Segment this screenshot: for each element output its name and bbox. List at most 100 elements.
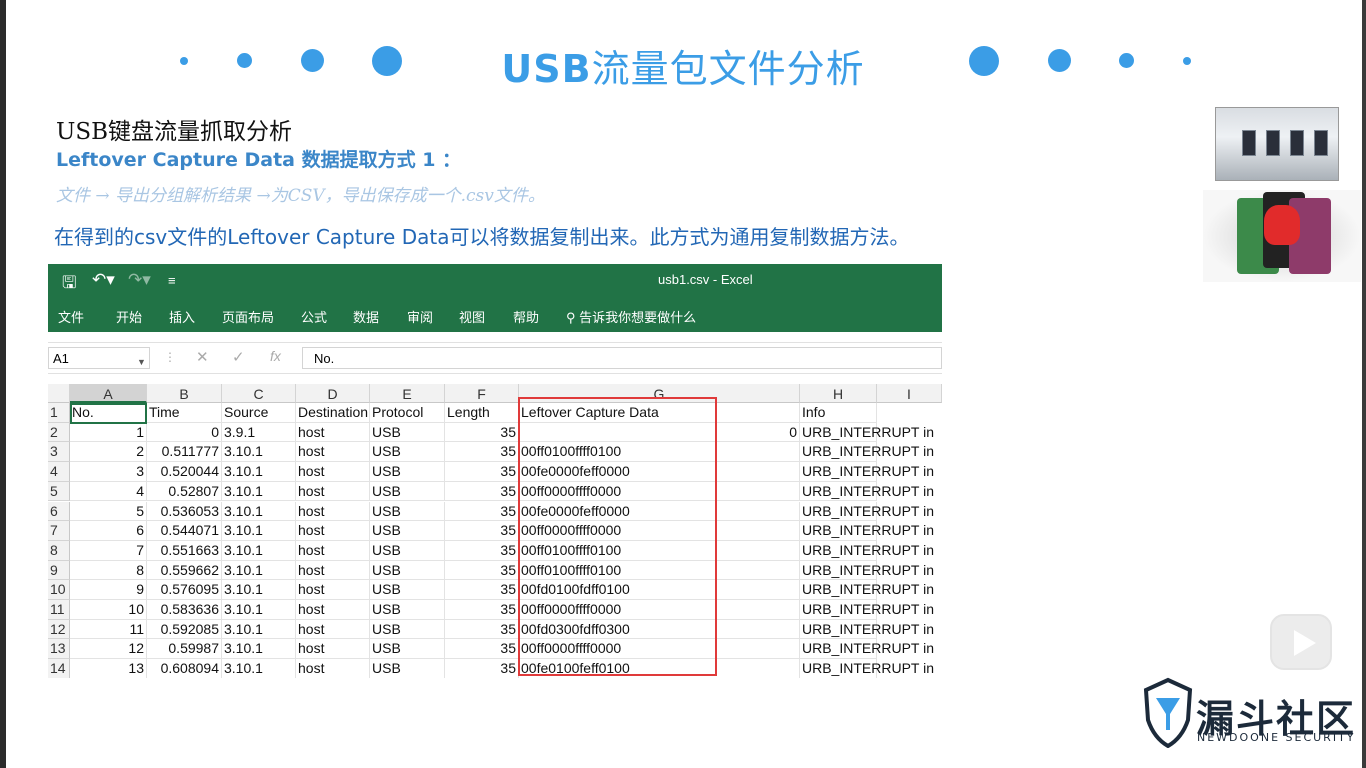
insert-function-icon[interactable]: fx	[270, 348, 281, 364]
cell[interactable]: 3.10.1	[222, 560, 296, 581]
cell[interactable]: 3.10.1	[222, 600, 296, 620]
cell[interactable]: host	[296, 521, 370, 541]
cell[interactable]: 11	[70, 619, 147, 640]
customize-icon[interactable]: ≡	[168, 273, 176, 288]
cell[interactable]: URB_INTERRUPT in	[800, 600, 934, 620]
cell[interactable]: 35	[445, 659, 519, 678]
cell[interactable]: URB_INTERRUPT in	[800, 501, 934, 522]
cell[interactable]: USB	[370, 462, 445, 482]
cell[interactable]: Destination	[296, 403, 370, 423]
cell[interactable]: 35	[445, 619, 519, 640]
column-header-a[interactable]: A	[70, 384, 147, 403]
column-header-b[interactable]: B	[147, 384, 222, 403]
cell[interactable]: 5	[70, 501, 147, 522]
cell[interactable]: 6	[70, 521, 147, 541]
cell[interactable]: 7	[70, 540, 147, 561]
cell[interactable]: USB	[370, 521, 445, 541]
cell[interactable]: 35	[445, 540, 519, 561]
cell[interactable]: host	[296, 481, 370, 502]
menu-help[interactable]: 帮助	[513, 307, 539, 326]
cell[interactable]: 3.10.1	[222, 619, 296, 640]
redo-icon[interactable]: ↷▾	[128, 270, 151, 290]
cell[interactable]: Info	[800, 403, 877, 423]
row-header-5[interactable]: 5	[48, 481, 70, 502]
cell[interactable]: Source	[222, 403, 296, 423]
cell[interactable]: 0	[147, 422, 222, 443]
cell[interactable]: URB_INTERRUPT in	[800, 580, 934, 600]
cell[interactable]: URB_INTERRUPT in	[800, 619, 934, 640]
cell[interactable]: 0.583636	[147, 600, 222, 620]
cell[interactable]: 3	[70, 462, 147, 482]
save-icon[interactable]: 🖫	[62, 270, 76, 299]
cell[interactable]: host	[296, 639, 370, 660]
select-all-corner[interactable]	[48, 384, 70, 403]
row-header-6[interactable]: 6	[48, 501, 70, 522]
cell[interactable]: 0.59987	[147, 639, 222, 660]
cell[interactable]: 9	[70, 580, 147, 600]
menu-home[interactable]: 开始	[116, 307, 142, 326]
cell[interactable]: 0.576095	[147, 580, 222, 600]
cell[interactable]: USB	[370, 481, 445, 502]
cell[interactable]: 35	[445, 580, 519, 600]
cell[interactable]: 3.10.1	[222, 501, 296, 522]
cell[interactable]: 35	[445, 422, 519, 443]
cell[interactable]: 3.9.1	[222, 422, 296, 443]
menu-view[interactable]: 视图	[459, 307, 485, 326]
chevron-down-icon[interactable]: ▼	[137, 351, 146, 373]
cell[interactable]: USB	[370, 619, 445, 640]
tell-me-search[interactable]: ⚲ 告诉我你想要做什么	[566, 307, 696, 326]
cell[interactable]: URB_INTERRUPT in	[800, 481, 934, 502]
column-header-i[interactable]: I	[877, 384, 942, 403]
cell[interactable]: host	[296, 659, 370, 678]
cell[interactable]: 1	[70, 422, 147, 443]
row-header-7[interactable]: 7	[48, 521, 70, 541]
cell[interactable]: 0.559662	[147, 560, 222, 581]
cell[interactable]: 0.511777	[147, 442, 222, 463]
cell[interactable]: host	[296, 442, 370, 463]
row-header-14[interactable]: 14	[48, 659, 70, 678]
cell[interactable]: 8	[70, 560, 147, 581]
cell[interactable]: 0.52807	[147, 481, 222, 502]
cell[interactable]: 35	[445, 521, 519, 541]
column-header-f[interactable]: F	[445, 384, 519, 403]
cell[interactable]: USB	[370, 580, 445, 600]
cell[interactable]: 0.592085	[147, 619, 222, 640]
row-header-13[interactable]: 13	[48, 639, 70, 660]
cell[interactable]: host	[296, 540, 370, 561]
column-header-e[interactable]: E	[370, 384, 445, 403]
cell[interactable]: host	[296, 462, 370, 482]
row-header-3[interactable]: 3	[48, 442, 70, 463]
cell[interactable]: 3.10.1	[222, 540, 296, 561]
cell[interactable]: 3.10.1	[222, 659, 296, 678]
cell[interactable]: URB_INTERRUPT in	[800, 442, 934, 463]
cell[interactable]: host	[296, 619, 370, 640]
row-header-11[interactable]: 11	[48, 600, 70, 620]
cell[interactable]: 35	[445, 481, 519, 502]
row-header-1[interactable]: 1	[48, 403, 70, 423]
row-header-12[interactable]: 12	[48, 619, 70, 640]
cell[interactable]: 35	[445, 560, 519, 581]
enter-icon[interactable]: ✓	[232, 348, 245, 366]
cell[interactable]: Time	[147, 403, 222, 423]
row-header-9[interactable]: 9	[48, 560, 70, 581]
menu-review[interactable]: 审阅	[407, 307, 433, 326]
cell[interactable]: USB	[370, 560, 445, 581]
cell[interactable]: URB_INTERRUPT in	[800, 659, 934, 678]
column-header-d[interactable]: D	[296, 384, 370, 403]
cell[interactable]: URB_INTERRUPT in	[800, 521, 934, 541]
cell[interactable]: USB	[370, 422, 445, 443]
cell[interactable]: 3.10.1	[222, 462, 296, 482]
row-header-4[interactable]: 4	[48, 462, 70, 482]
cell[interactable]: 13	[70, 659, 147, 678]
cell[interactable]: 35	[445, 442, 519, 463]
play-button[interactable]	[1270, 614, 1332, 670]
column-header-c[interactable]: C	[222, 384, 296, 403]
cell[interactable]: host	[296, 580, 370, 600]
cell[interactable]: 3.10.1	[222, 639, 296, 660]
cell[interactable]: USB	[370, 442, 445, 463]
cell[interactable]: 0.520044	[147, 462, 222, 482]
cell[interactable]: 4	[70, 481, 147, 502]
menu-data[interactable]: 数据	[353, 307, 379, 326]
cell[interactable]: URB_INTERRUPT in	[800, 422, 934, 443]
cell[interactable]: 2	[70, 442, 147, 463]
